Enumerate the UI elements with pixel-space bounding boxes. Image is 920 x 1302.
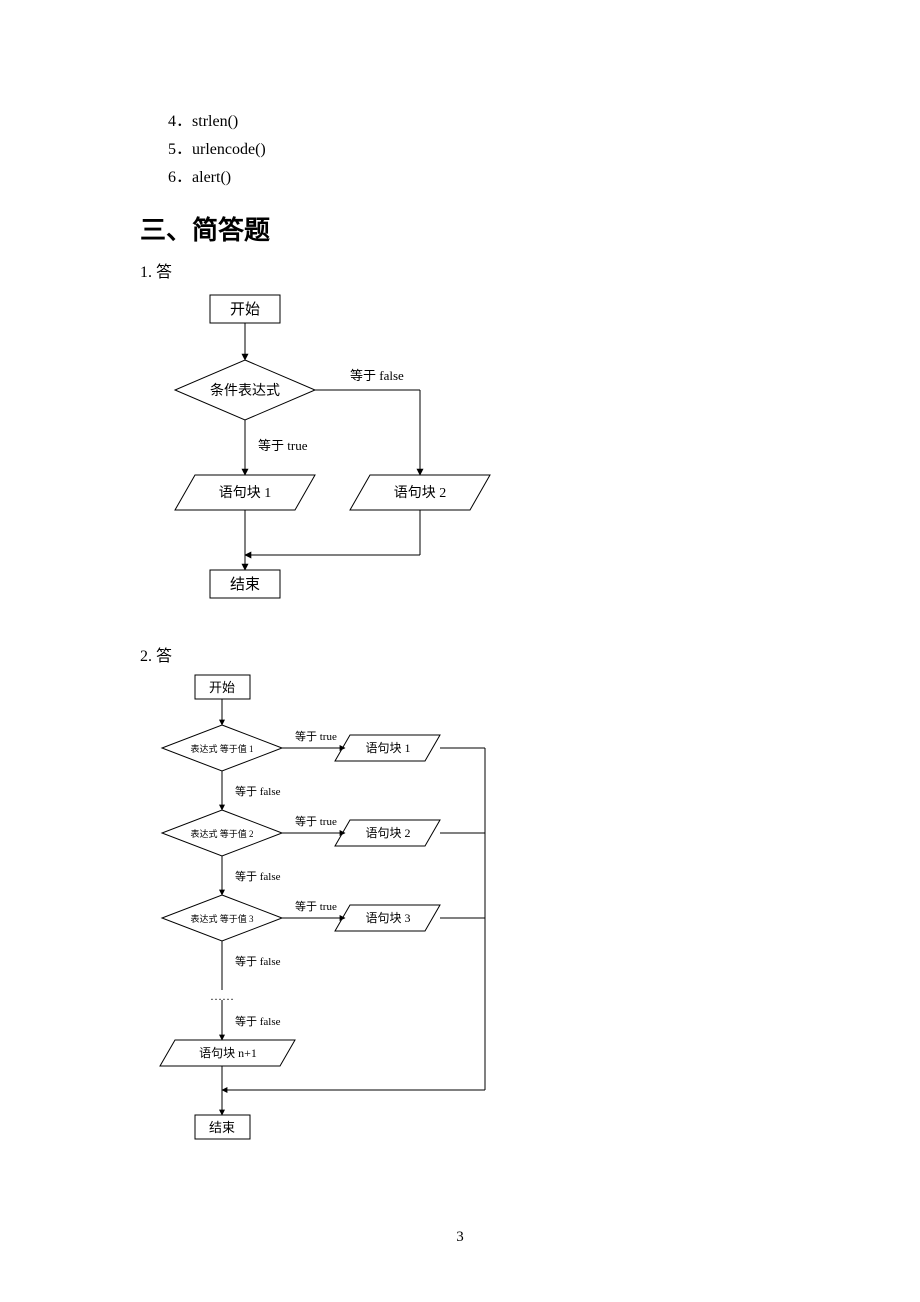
flow2-block-n1: 语句块 n+1: [199, 1046, 257, 1060]
page-number: 3: [0, 1229, 920, 1246]
flow2-true3: 等于 true: [295, 899, 337, 913]
flow1-block1: 语句块 1: [219, 485, 272, 501]
list-item: 5．urlencode(): [168, 136, 266, 164]
list-item: 6．alert(): [168, 164, 266, 192]
question-1-label: 1. 答: [140, 258, 172, 282]
flow2-false3: 等于 false: [235, 954, 281, 968]
flow2-block2: 语句块 2: [365, 826, 410, 840]
flow1-false-label: 等于 false: [350, 368, 404, 383]
flow1-condition: 条件表达式: [210, 382, 280, 399]
flow2-block3: 语句块 3: [365, 911, 410, 925]
flow2-true1: 等于 true: [295, 729, 337, 743]
flow2-false1: 等于 false: [235, 784, 281, 798]
flow2-cond3: 表达式 等于值 3: [190, 913, 254, 924]
flow2-false-last: 等于 false: [235, 1014, 281, 1028]
flow1-start: 开始: [230, 301, 260, 318]
flow2-true2: 等于 true: [295, 814, 337, 828]
flow2-end: 结束: [209, 1120, 235, 1135]
flow1-end: 结束: [230, 576, 260, 593]
question-2-label: 2. 答: [140, 642, 172, 666]
flow2-start: 开始: [209, 680, 235, 695]
flow2-cond1: 表达式 等于值 1: [190, 743, 253, 754]
flow2-block1: 语句块 1: [365, 741, 410, 755]
list-text: alert(): [192, 169, 231, 186]
numbered-list: 4．strlen() 5．urlencode() 6．alert(): [168, 108, 266, 192]
list-text: urlencode(): [192, 141, 266, 158]
list-num: 6．: [168, 169, 192, 186]
flow1-block2: 语句块 2: [394, 485, 447, 501]
list-num: 5．: [168, 141, 192, 158]
list-text: strlen(): [192, 113, 238, 130]
section-heading: 三、简答题: [140, 210, 270, 247]
list-num: 4．: [168, 113, 192, 130]
list-item: 4．strlen(): [168, 108, 266, 136]
flow1-true-label: 等于 true: [258, 438, 308, 453]
flowchart-1: 开始 条件表达式 等于 false 等于 true 语句块 1 语句块 2: [140, 290, 540, 635]
flow2-false2: 等于 false: [235, 869, 281, 883]
flow2-cond2: 表达式 等于值 2: [190, 828, 253, 839]
flowchart-2: 开始 表达式 等于值 1 等于 true 语句块 1 等于 false 表达式 …: [140, 670, 560, 1185]
